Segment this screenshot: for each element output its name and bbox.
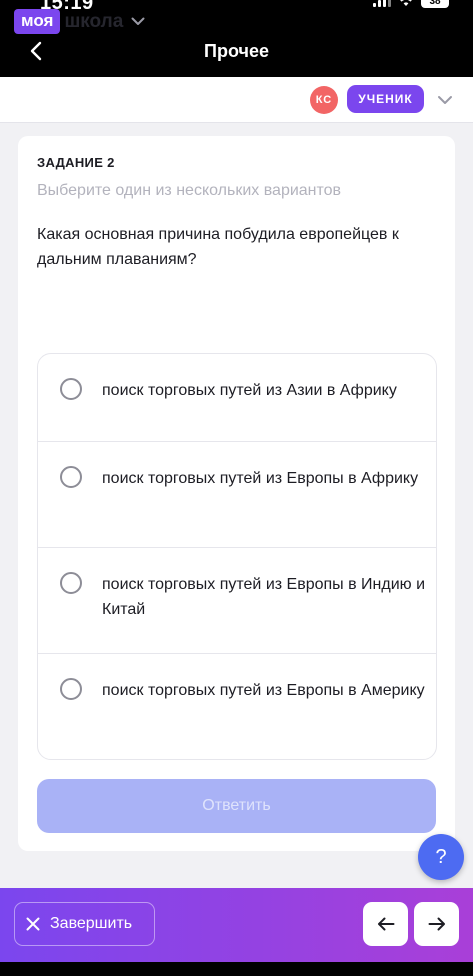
arrow-left-icon bbox=[377, 917, 394, 931]
answer-option-label: поиск торговых путей из Азии в Африку bbox=[102, 382, 397, 399]
task-hint: Выберите один из нескольких вариантов bbox=[37, 182, 342, 199]
signal-icon bbox=[373, 0, 391, 7]
answer-option[interactable]: поиск торговых путей из Европы в Африку bbox=[38, 441, 436, 548]
status-icons: 38 bbox=[373, 0, 449, 8]
question-text: Какая основная причина побудила европейц… bbox=[37, 226, 399, 268]
task-label: ЗАДАНИЕ 2 bbox=[37, 155, 115, 170]
brand-switcher[interactable]: моя школа bbox=[14, 9, 145, 34]
arrow-right-icon bbox=[428, 917, 445, 931]
page-title: Прочее bbox=[204, 41, 269, 61]
finish-button-label: Завершить bbox=[50, 915, 133, 932]
radio-button[interactable] bbox=[60, 678, 82, 700]
role-badge[interactable]: УЧЕНИК bbox=[347, 85, 424, 113]
answer-options: поиск торговых путей из Азии в Африку по… bbox=[37, 353, 437, 760]
answer-option[interactable]: поиск торговых путей из Европы в Америку bbox=[38, 653, 436, 759]
chevron-down-icon bbox=[131, 17, 145, 26]
radio-button[interactable] bbox=[60, 572, 82, 594]
brand-logo-text: школа bbox=[64, 10, 124, 32]
radio-button[interactable] bbox=[60, 466, 82, 488]
answer-option[interactable]: поиск торговых путей из Европы в Индию и… bbox=[38, 547, 436, 654]
answer-option-label: поиск торговых путей из Европы в Америку bbox=[102, 682, 425, 699]
help-button[interactable]: ? bbox=[418, 834, 464, 880]
avatar[interactable]: КС bbox=[310, 86, 338, 114]
finish-button[interactable]: Завершить bbox=[14, 902, 155, 946]
wifi-icon bbox=[400, 0, 412, 6]
next-button[interactable] bbox=[414, 902, 459, 946]
answer-button[interactable]: Ответить bbox=[37, 779, 436, 833]
battery-icon: 38 bbox=[421, 0, 449, 8]
brand-logo-badge: моя bbox=[14, 9, 61, 34]
answer-option[interactable]: поиск торговых путей из Азии в Африку bbox=[38, 354, 436, 441]
home-indicator-area bbox=[0, 962, 473, 976]
radio-button[interactable] bbox=[60, 378, 82, 400]
close-icon bbox=[26, 917, 40, 931]
prev-button[interactable] bbox=[363, 902, 408, 946]
answer-option-label: поиск торговых путей из Европы в Африку bbox=[102, 470, 419, 487]
answer-option-label: поиск торговых путей из Европы в Индию и… bbox=[102, 576, 426, 618]
chevron-down-icon[interactable] bbox=[437, 92, 453, 110]
